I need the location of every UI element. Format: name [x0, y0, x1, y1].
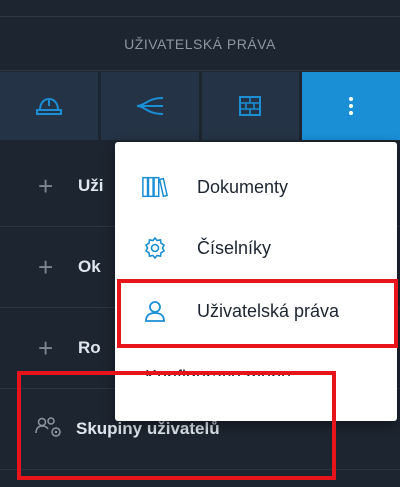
toolbar: [0, 72, 400, 140]
sidebar-item-label: Ro: [78, 338, 101, 357]
menu-item-documents[interactable]: Dokumenty: [115, 158, 397, 216]
hard-hat-icon: [35, 96, 62, 116]
menu-item-label: Číselníky: [197, 237, 272, 258]
hard-hat-button[interactable]: [0, 72, 98, 140]
branch-button[interactable]: [100, 72, 199, 140]
highlight-box: [117, 279, 398, 348]
wall-button[interactable]: [201, 72, 300, 140]
page-title: UŽIVATELSKÁ PRÁVA: [0, 16, 400, 71]
highlight-box: [17, 371, 336, 480]
sidebar-item-label: Ok: [78, 257, 101, 276]
brick-wall-icon: [239, 96, 262, 116]
branch-arrows-icon: [135, 95, 165, 117]
more-options-button[interactable]: [302, 72, 400, 140]
gear-icon: [141, 236, 169, 260]
plus-icon: +: [38, 252, 54, 282]
menu-item-label: Dokumenty: [197, 176, 289, 197]
more-vertical-icon: [348, 96, 354, 116]
books-icon: [141, 175, 169, 199]
top-strip: [0, 0, 400, 16]
plus-icon: +: [38, 333, 54, 363]
menu-item-codebooks[interactable]: Číselníky: [115, 219, 397, 277]
plus-icon: +: [38, 171, 54, 201]
sidebar-item-label: Uži: [78, 176, 104, 195]
